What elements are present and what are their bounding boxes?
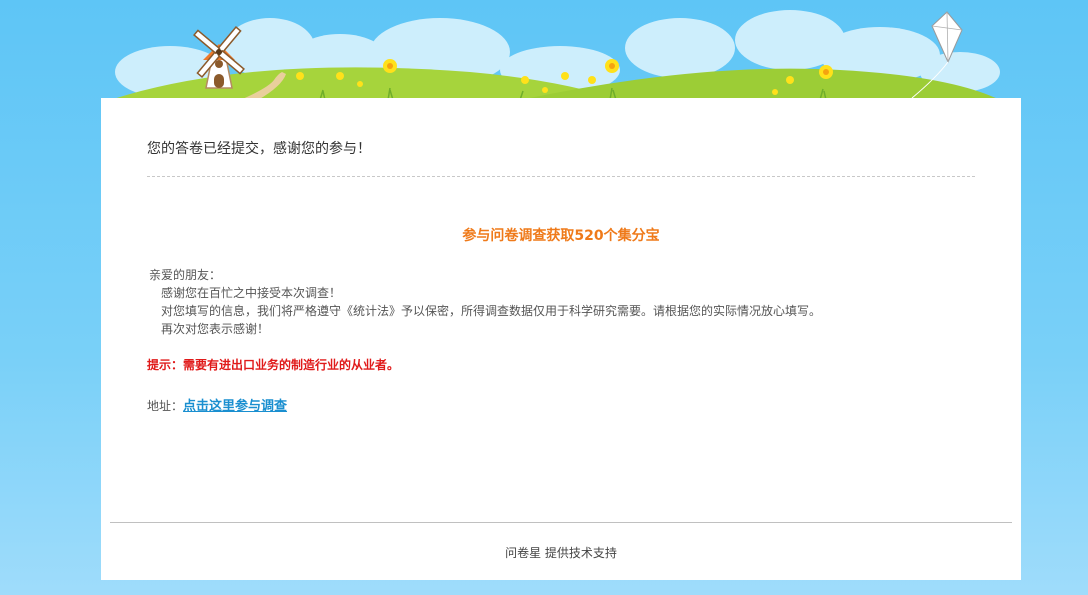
header-banner: [110, 10, 1000, 100]
letter-greeting: 亲爱的朋友：: [149, 268, 222, 282]
address-row: 地址：点击这里参与调查: [147, 395, 287, 414]
footer-support: 问卷星 提供技术支持: [505, 546, 617, 560]
letter-line: 感谢您在百忙之中接受本次调查！: [161, 286, 342, 300]
content-card: 您的答卷已经提交，感谢您的参与！ 参与问卷调查获取520个集分宝 亲爱的朋友： …: [101, 98, 1021, 580]
letter-line: 对您填写的信息，我们将严格遵守《统计法》予以保密，所得调查数据仅用于科学研究需要…: [161, 304, 822, 318]
promo-letter: 亲爱的朋友： 感谢您在百忙之中接受本次调查！ 对您填写的信息，我们将严格遵守《统…: [149, 266, 821, 338]
letter-line: 再次对您表示感谢！: [161, 322, 270, 336]
promo-title: 参与问卷调查获取520个集分宝: [462, 228, 660, 244]
address-label: 地址：: [147, 399, 184, 413]
dashed-divider: [147, 176, 975, 177]
survey-link[interactable]: 点击这里参与调查: [183, 399, 287, 414]
requirement-tip: 提示：需要有进出口业务的制造行业的从业者。: [147, 358, 400, 372]
footer-divider: [110, 522, 1012, 523]
submission-message: 您的答卷已经提交，感谢您的参与！: [147, 141, 371, 157]
